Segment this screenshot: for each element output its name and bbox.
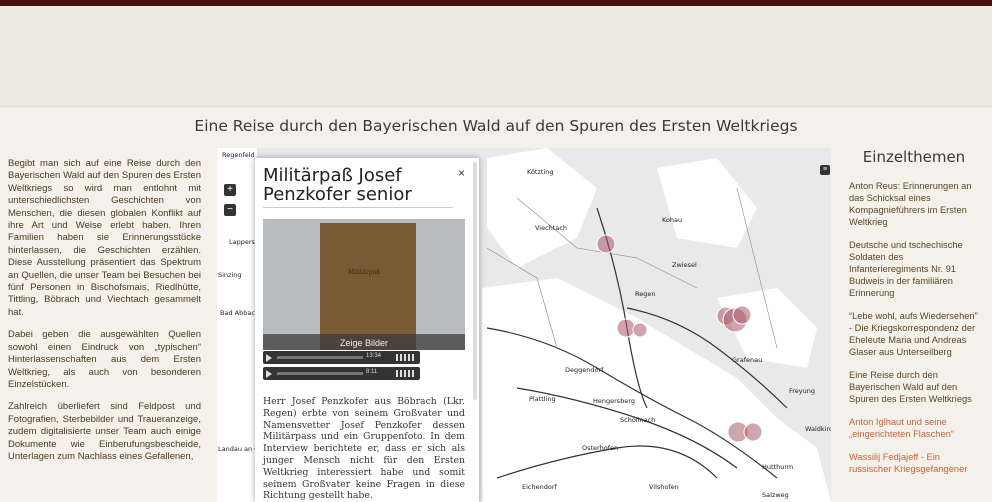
page-title: Eine Reise durch den Bayerischen Wald au… [194, 117, 798, 135]
play-icon[interactable] [266, 354, 272, 362]
sidebar-title: Einzelthemen [862, 148, 966, 166]
map-label-regen: Regen [635, 290, 656, 298]
sidebar-item-iglhaut[interactable]: Anton Iglhaut und seine „eingerichteten … [849, 416, 979, 440]
popup-description: Herr Josef Penzkofer aus Böbrach (Lkr. R… [263, 396, 465, 502]
sidebar-item-reus[interactable]: Anton Reus: Erinnerungen an das Schicksa… [849, 180, 979, 228]
sidebar-item-lebe-wohl[interactable]: “Lebe wohl, aufs Wiedersehen” - Die Krie… [849, 310, 979, 358]
map-label-kotzting: Kötzting [527, 168, 554, 176]
map-popup: Militärpaß Josef Penzkofer senior × Mili… [255, 158, 479, 502]
map-label-eichendorf: Eichendorf [522, 483, 557, 491]
map-label-osterhofen: Osterhofen [582, 444, 619, 452]
booklet-label: Militärpaß [348, 269, 381, 276]
map-label-zwiesel: Zwiesel [672, 261, 697, 269]
show-images-button[interactable]: Zeige Bilder [263, 338, 465, 348]
map-label-freyung: Freyung [789, 387, 816, 395]
audio-progress[interactable] [277, 372, 363, 375]
sidebar: Einzelthemen Anton Reus: Erinnerungen an… [849, 148, 979, 486]
map-label-salzweg: Salzweg [762, 491, 789, 499]
map-label-sinzing: Sinzing [218, 271, 242, 279]
intro-paragraph-2: Dabei geben die ausgewählten Quellen sow… [8, 329, 201, 390]
intro-text: Begibt man sich auf eine Reise durch den… [8, 158, 201, 473]
map-label-schollnach: Schöllnach [620, 416, 656, 424]
intro-paragraph-1: Begibt man sich auf eine Reise durch den… [8, 158, 201, 318]
volume-icon[interactable] [396, 354, 416, 361]
popup-scrollbar[interactable] [473, 162, 477, 400]
layer-switcher-button[interactable]: ≡ [820, 165, 830, 175]
map-label-hengersberg: Hengersberg [593, 397, 635, 405]
audio-time-1: 13:34 [366, 353, 382, 359]
play-icon[interactable] [266, 370, 272, 378]
map-label-regenfeld: Regenfeld [222, 151, 255, 159]
map-label-waldkirchen: Waldkirchen [805, 425, 831, 433]
military-passport-image: Militärpaß [320, 223, 416, 350]
header-banner [0, 6, 992, 107]
map-label-deggendorf: Deggendorf [565, 366, 604, 374]
sidebar-item-fedjajeff[interactable]: Wassilij Fedjajeff - Ein russischer Krie… [849, 451, 979, 475]
map-label-hutthurm: Hutthurm [762, 463, 794, 471]
map-label-bad-abbach: Bad Abbach [220, 309, 260, 317]
sidebar-item-infanterieregiment[interactable]: Deutsche und tschechische Soldaten des I… [849, 239, 979, 299]
intro-paragraph-3: Zahlreich überliefert sind Feldpost und … [8, 401, 201, 462]
audio-player-1[interactable]: 13:34 [263, 351, 420, 364]
audio-time-2: 8:11 [366, 369, 378, 375]
map-label-kohau: Kohau [662, 216, 683, 224]
map-label-plattling: Plattling [529, 395, 556, 403]
map-label-viechtach: Viechtach [535, 224, 568, 232]
map-label-grafenau: Grafenau [732, 356, 763, 364]
zoom-in-button[interactable]: + [224, 184, 236, 196]
audio-progress[interactable] [277, 356, 363, 359]
close-icon[interactable]: × [458, 166, 465, 180]
popup-photo[interactable]: Militärpaß Zeige Bilder [263, 219, 465, 350]
volume-icon[interactable] [396, 370, 416, 377]
popup-title: Militärpaß Josef Penzkofer senior [263, 166, 453, 208]
map-label-vilshofen: Vilshofen [649, 483, 679, 491]
sidebar-item-reise[interactable]: Eine Reise durch den Bayerischen Wald au… [849, 369, 979, 405]
audio-player-2[interactable]: 8:11 [263, 367, 420, 380]
zoom-out-button[interactable]: − [224, 204, 236, 216]
